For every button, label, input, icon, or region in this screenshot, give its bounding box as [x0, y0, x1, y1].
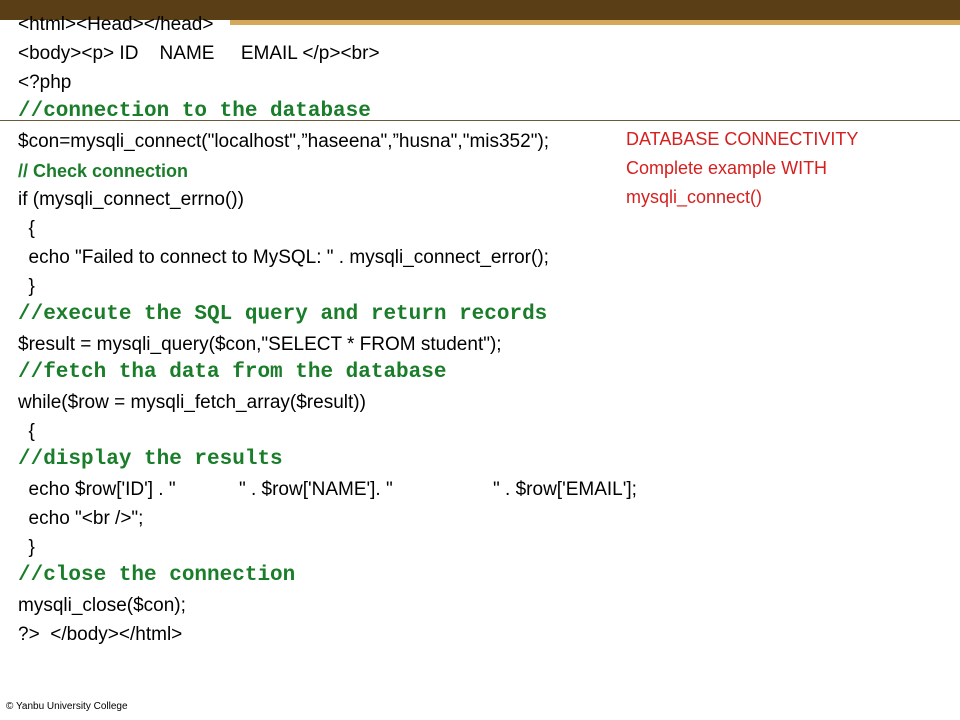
code-line-if: if (mysqli_connect_errno()) [18, 189, 244, 210]
side-note-line-1: DATABASE CONNECTIVITY [626, 129, 859, 149]
code-line-mysqli-close: mysqli_close($con); [18, 595, 186, 616]
side-note-line-2: Complete example WITH [626, 158, 828, 178]
code-line-query: $result = mysqli_query($con,"SELECT * FR… [18, 334, 502, 355]
code-line-brace-open: { [18, 218, 35, 239]
code-line-brace-close-2: } [18, 537, 35, 558]
code-line-php-end: ?> </body></html> [18, 624, 183, 645]
code-line-echo-error: echo "Failed to connect to MySQL: " . my… [18, 247, 549, 268]
code-line-html-head: <html><Head></head> [18, 14, 214, 35]
code-comment-close: //close the connection [18, 564, 296, 587]
code-line-connect: $con=mysqli_connect("localhost",”haseena… [18, 131, 550, 152]
code-line-body-header: <body><p> ID NAME EMAIL </p><br> [18, 43, 380, 64]
code-line-php-open: <?php [18, 72, 72, 93]
code-comment-connection: //connection to the database [18, 100, 371, 123]
side-note-line-3: mysqli_connect() [626, 187, 763, 207]
code-comment-check: // Check connection [18, 161, 189, 181]
code-line-brace-open-2: { [18, 421, 35, 442]
code-comment-display: //display the results [18, 448, 283, 471]
code-line-echo-br: echo "<br />"; [18, 508, 144, 529]
code-line-brace-close: } [18, 276, 35, 297]
top-accent-stripe [230, 20, 960, 25]
copyright-footer: © Yanbu University College [6, 701, 128, 712]
code-comment-fetch: //fetch tha data from the database [18, 361, 447, 384]
code-line-echo-row: echo $row['ID'] . " " . $row['NAME']. " … [18, 479, 637, 500]
code-comment-execute: //execute the SQL query and return recor… [18, 303, 548, 326]
code-line-while: while($row = mysqli_fetch_array($result)… [18, 392, 366, 413]
